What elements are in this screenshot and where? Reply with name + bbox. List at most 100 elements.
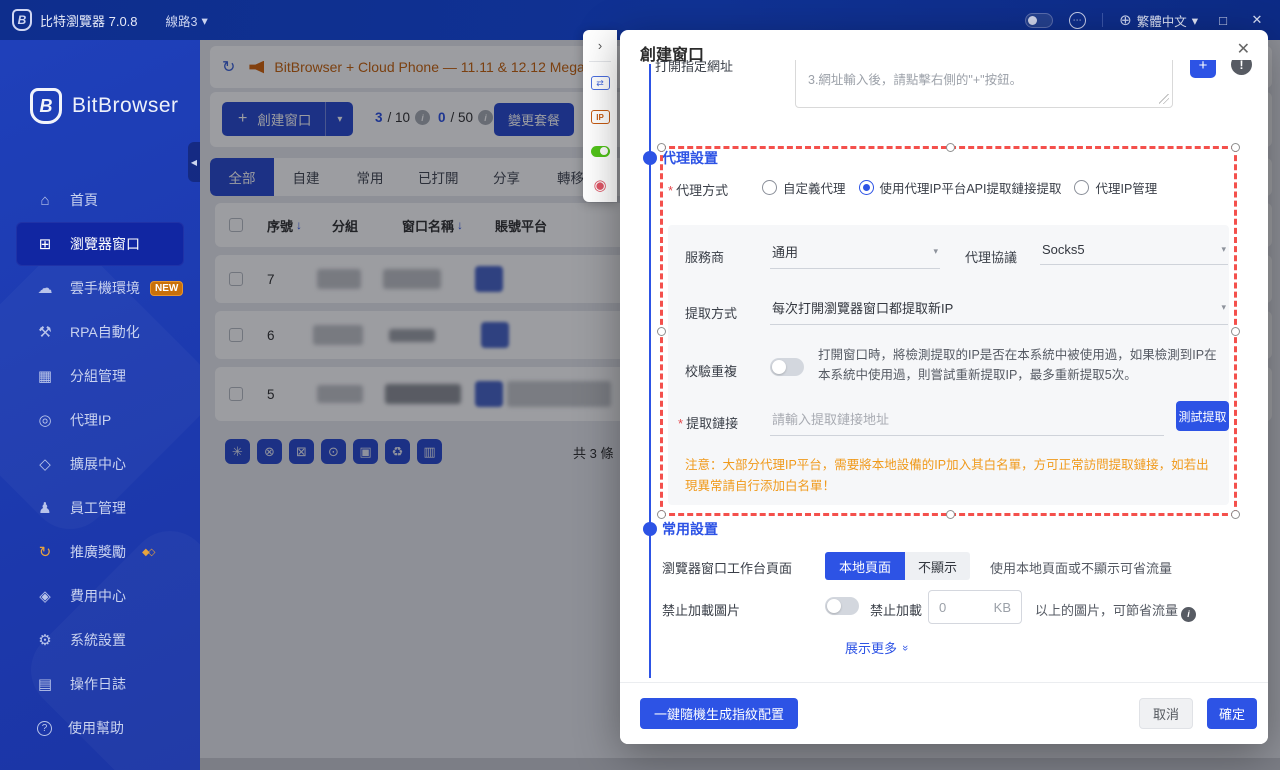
line-selector[interactable]: 線路3 ▾ [166,11,208,30]
double-chevron-down-icon: » [899,644,912,651]
resize-handle-icon[interactable] [1159,94,1169,104]
open-url-placeholder: 3.網址輸入後，請點擊右側的"+"按鈕。 [808,73,1023,87]
sidebar-item-help[interactable]: ? 使用幫助 [16,706,184,750]
selection-handle[interactable] [946,510,955,519]
workbench-segmented: 本地頁面 不顯示 [825,552,971,580]
app-title: 比特瀏覽器 7.0.8 [40,13,138,29]
section-dot [643,151,657,165]
proxy-method-radios: 自定義代理 使用代理IP平台API提取鏈接提取 代理IP管理 [762,178,1157,197]
globe-icon: ⊕ [1119,12,1132,29]
quickbar-ip[interactable]: IP [590,100,610,134]
random-fingerprint-button[interactable]: 一鍵隨機生成指紋配置 [640,698,799,729]
sidebar-item-referral[interactable]: ↻ 推廣獎勵 ◆◇ [16,530,184,574]
extract-link-label: * 提取鏈接 [678,416,739,431]
quickbar-window-sync[interactable]: ⇄ [590,66,610,100]
language-selector[interactable]: ⊕ 繁體中文 ▾ [1119,11,1198,30]
titlebar-divider [1102,13,1104,27]
info-icon[interactable]: i [1181,606,1197,622]
box-icon: ◇ [39,456,51,473]
cancel-button[interactable]: 取消 [1139,698,1193,729]
extract-mode-label: 提取方式 [685,306,738,321]
support-icon[interactable]: ⋯ [1069,11,1087,29]
selection-handle[interactable] [657,327,666,336]
add-url-button[interactable]: + [1190,60,1216,78]
quickbar-collapse-icon[interactable]: › [598,38,602,53]
radio-proxy-manage[interactable] [1074,180,1090,195]
app-logo-icon: B [12,9,32,31]
proxy-method-label: * 代理方式 [668,183,729,198]
protocol-select[interactable]: Socks5 ▾ [1040,242,1228,265]
users-icon: ♟ [38,500,52,517]
radio-proxy-manage-label[interactable]: 代理IP管理 [1095,178,1157,197]
sidebar-item-logs[interactable]: ▤ 操作日誌 [16,662,184,706]
sidebar: B BitBrowser ◀ ⌂ 首頁 ⊞ 瀏覽器窗口 ☁ 雲手機環境 NEW … [0,40,200,770]
selection-handle[interactable] [946,143,955,152]
brand-name: BitBrowser [72,94,179,117]
sidebar-collapse-handle[interactable]: ◀ [188,142,200,182]
selection-handle[interactable] [1231,510,1240,519]
maximize-button[interactable]: □ [1214,13,1232,28]
extract-mode-select[interactable]: 每次打開瀏覽器窗口都提取新IP ▾ [770,298,1228,325]
image-size-input[interactable]: 0 KB [928,590,1022,624]
modal-footer: 一鍵隨機生成指紋配置 取消 確定 [620,682,1268,744]
dedupe-description: 打開窗口時，將檢測提取的IP是否在本系統中被使用過，如果檢測到IP在本系統中使用… [818,348,1217,382]
workbench-label: 瀏覽器窗口工作台頁面 [662,561,793,576]
test-extract-button[interactable]: 測試提取 [1176,401,1229,431]
home-icon: ⌂ [40,191,50,209]
selection-handle[interactable] [1231,327,1240,336]
new-badge: NEW [150,280,184,296]
radio-api-extract[interactable] [858,180,874,195]
sidebar-item-settings[interactable]: ⚙ 系統設置 [16,618,184,662]
noimg-hint: 以上的圖片，可節省流量 i [1035,600,1197,622]
sidebar-item-groups[interactable]: ▦ 分組管理 [16,354,184,398]
caret-down-icon: ▾ [1191,13,1198,28]
theme-toggle[interactable] [1025,12,1054,28]
sidebar-item-proxy-ip[interactable]: ◎ 代理IP [16,398,184,442]
layers-icon: ▦ [37,368,53,385]
open-url-textarea[interactable]: 3.網址輸入後，請點擊右側的"+"按鈕。 [795,60,1173,108]
protocol-label: 代理協議 [965,250,1018,265]
caret-down-icon: ▾ [933,246,938,256]
sparkle-icon: ◆◇ [142,546,155,558]
provider-label: 服務商 [685,250,725,265]
radio-custom-proxy[interactable] [762,180,777,195]
radio-api-extract-label[interactable]: 使用代理IP平台API提取鏈接提取 [880,178,1062,197]
quickbar-toggle[interactable] [590,134,610,168]
image-size-value: 0 [939,599,947,615]
caret-down-icon: ▾ [201,13,208,28]
pin-icon: ◎ [38,412,52,429]
workbench-hide-option[interactable]: 不顯示 [905,552,971,580]
common-section-title: 常用設置 [662,521,718,537]
sidebar-item-browser-windows[interactable]: ⊞ 瀏覽器窗口 [16,222,184,266]
whitelist-note: 注意：大部分代理IP平台，需要將本地設備的IP加入其白名單，方可正常訪問提取鏈接… [685,458,1209,493]
quickbar-fingerprint[interactable]: ◉ [593,168,606,202]
sidebar-item-billing[interactable]: ◈ 費用中心 [16,574,184,618]
cloud-icon: ☁ [37,280,53,297]
provider-select[interactable]: 通用 ▾ [770,242,940,269]
gear-icon: ⚙ [38,632,52,649]
sidebar-item-extensions[interactable]: ◇ 擴展中心 [16,442,184,486]
selection-handle[interactable] [657,510,666,519]
brand-shield-icon: B [30,88,62,124]
sidebar-item-rpa[interactable]: ⚒ RPA自動化 [16,310,184,354]
section-dot [643,522,657,536]
sidebar-item-home[interactable]: ⌂ 首頁 [16,178,184,222]
confirm-button[interactable]: 確定 [1207,698,1257,729]
journal-icon: ▤ [37,676,53,693]
modal-close-icon[interactable]: ✕ [1237,39,1250,59]
caret-down-icon: ▾ [1221,244,1226,254]
radio-custom-proxy-label[interactable]: 自定義代理 [783,178,846,197]
close-app-button[interactable]: ✕ [1248,12,1266,28]
shield-icon: ◈ [39,588,51,605]
sidebar-menu: ⌂ 首頁 ⊞ 瀏覽器窗口 ☁ 雲手機環境 NEW ⚒ RPA自動化 ▦ 分組管理… [0,178,200,750]
extract-link-input[interactable]: 請輸入提取鏈接地址 [770,409,1164,436]
noimg-toggle[interactable] [825,597,859,615]
dedupe-toggle[interactable] [770,358,804,376]
workbench-hint: 使用本地頁面或不顯示可省流量 [990,561,1173,576]
show-more-link[interactable]: 展示更多 » [845,638,912,657]
selection-handle[interactable] [1231,143,1240,152]
proxy-section-title: 代理設置 [662,150,718,166]
sidebar-item-cloud-phone[interactable]: ☁ 雲手機環境 NEW [16,266,184,310]
sidebar-item-staff[interactable]: ♟ 員工管理 [16,486,184,530]
workbench-local-option[interactable]: 本地頁面 [825,552,906,580]
